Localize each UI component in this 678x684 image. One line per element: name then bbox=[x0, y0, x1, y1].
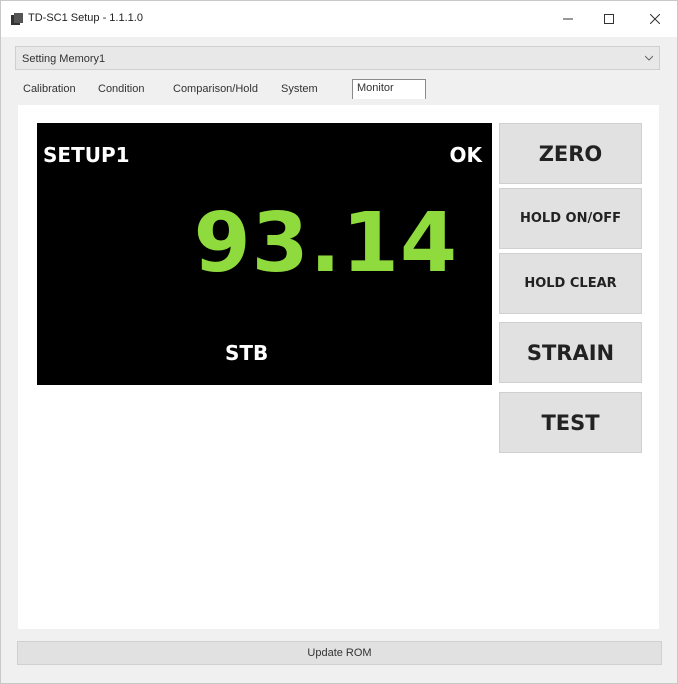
hold-clear-button[interactable]: HOLD CLEAR bbox=[499, 253, 642, 314]
minimize-button[interactable] bbox=[551, 7, 585, 31]
tab-calibration[interactable]: Calibration bbox=[23, 83, 76, 95]
tab-comparison-hold[interactable]: Comparison/Hold bbox=[173, 83, 258, 95]
chevron-down-icon bbox=[645, 55, 653, 61]
window-title: TD-SC1 Setup - 1.1.1.0 bbox=[28, 12, 143, 24]
monitor-display: SETUP1 OK 93.14 STB bbox=[37, 123, 492, 385]
display-value: 93.14 bbox=[193, 196, 458, 291]
app-icon bbox=[11, 13, 23, 25]
app-window: TD-SC1 Setup - 1.1.1.0 Setting Memory1 C… bbox=[0, 0, 678, 684]
title-bar: TD-SC1 Setup - 1.1.1.0 bbox=[1, 1, 677, 37]
minimize-icon bbox=[563, 18, 573, 20]
close-button[interactable] bbox=[638, 7, 672, 31]
maximize-icon bbox=[604, 14, 614, 24]
tab-condition[interactable]: Condition bbox=[98, 83, 144, 95]
strain-button[interactable]: STRAIN bbox=[499, 322, 642, 383]
setting-memory-value: Setting Memory1 bbox=[22, 53, 106, 65]
display-setup-label: SETUP1 bbox=[43, 143, 130, 167]
zero-button[interactable]: ZERO bbox=[499, 123, 642, 184]
test-button[interactable]: TEST bbox=[499, 392, 642, 453]
display-status: OK bbox=[449, 143, 483, 167]
tab-system[interactable]: System bbox=[281, 83, 318, 95]
hold-toggle-button[interactable]: HOLD ON/OFF bbox=[499, 188, 642, 249]
update-rom-button[interactable]: Update ROM bbox=[17, 641, 662, 665]
display-stability-state: STB bbox=[225, 341, 269, 365]
maximize-button[interactable] bbox=[592, 7, 626, 31]
setting-memory-select[interactable]: Setting Memory1 bbox=[15, 46, 660, 70]
tab-monitor[interactable]: Monitor bbox=[352, 79, 426, 99]
close-icon bbox=[650, 14, 660, 24]
